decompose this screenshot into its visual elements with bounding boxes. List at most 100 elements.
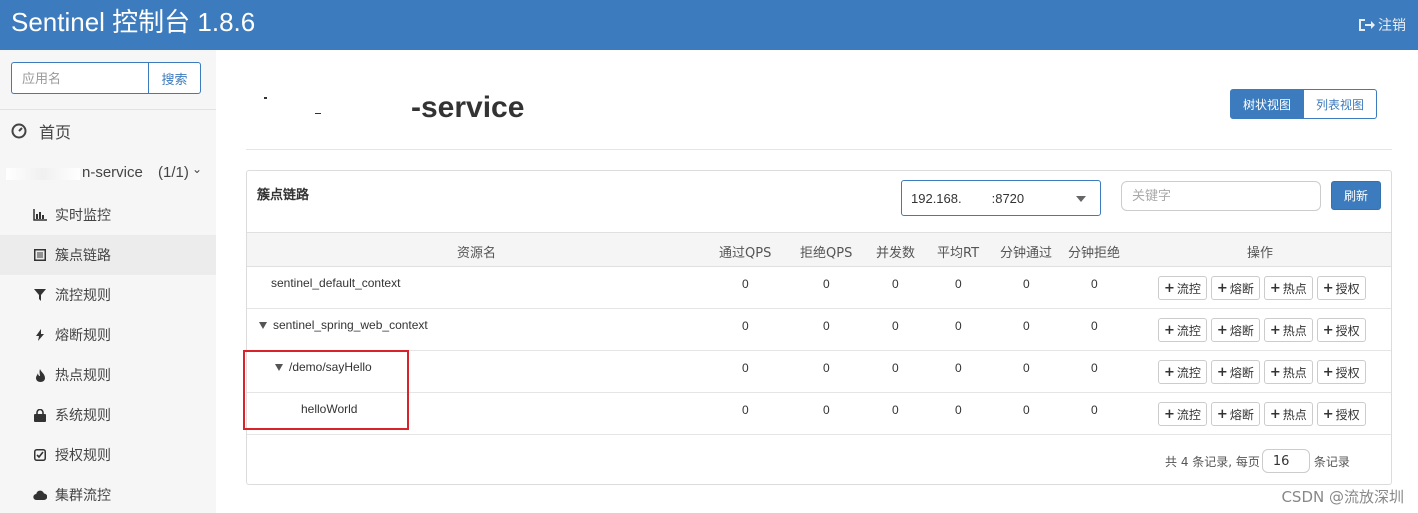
app-search-input[interactable] — [11, 62, 148, 94]
bar-chart-icon — [33, 209, 47, 221]
sidebar-item-degrade-rules[interactable]: 熔断规则 — [0, 315, 216, 355]
list-view-button[interactable]: 列表视图 — [1304, 89, 1378, 119]
column-header: 并发数 — [876, 246, 916, 261]
fire-icon — [33, 368, 47, 382]
pass-qps: 0 — [742, 319, 749, 333]
row-actions: + 流控 + 熔断 + 热点 + 授权 — [1158, 360, 1366, 384]
pager-total: 共 4 条记录, 每页 — [1165, 454, 1260, 469]
button-label: 热点 — [1282, 407, 1307, 422]
minute-block: 0 — [1091, 403, 1098, 417]
sidebar-divider — [0, 109, 216, 110]
sidebar-item-label: 集群流控 — [55, 487, 111, 503]
keyword-input[interactable] — [1121, 181, 1321, 211]
authority-button[interactable]: + 授权 — [1316, 360, 1366, 384]
flow-control-button[interactable]: + 流控 — [1158, 276, 1207, 300]
watermark: CSDN @流放深圳 — [1281, 488, 1404, 506]
machine-select[interactable]: 192.168. :8720 — [901, 180, 1101, 216]
plus-icon: + — [1216, 406, 1228, 422]
redacted-title-mark — [315, 113, 321, 114]
resource-name: /demo/sayHello — [289, 360, 372, 374]
search-button[interactable]: 搜索 — [148, 62, 201, 94]
hotspot-button[interactable]: + 热点 — [1263, 360, 1313, 384]
plus-icon: + — [1216, 364, 1228, 380]
degrade-button[interactable]: + 熔断 — [1210, 402, 1260, 426]
machine-port: :8720 — [991, 190, 1025, 206]
minute-pass: 0 — [1023, 403, 1030, 417]
minute-pass: 0 — [1023, 361, 1030, 375]
top-bar: Sentinel 控制台 1.8.6 注销 — [0, 0, 1418, 50]
sidebar-item-cluster-chain[interactable]: 簇点链路 — [0, 235, 216, 275]
main-content: -service 树状视图 列表视图 簇点链路 192.168. :8720 刷… — [216, 66, 1418, 513]
flow-control-button[interactable]: + 流控 — [1158, 360, 1207, 384]
degrade-button[interactable]: + 熔断 — [1210, 276, 1260, 300]
concurrency: 0 — [892, 277, 899, 291]
button-label: 流控 — [1176, 407, 1201, 422]
table-row: sentinel_spring_web_context 0 0 0 0 0 0 … — [247, 309, 1391, 351]
button-label: 流控 — [1176, 281, 1201, 296]
column-header: 平均RT — [937, 246, 980, 261]
sidebar-item-label: 簇点链路 — [55, 247, 111, 263]
avg-rt: 0 — [955, 277, 962, 291]
sidebar-item-label: 流控规则 — [55, 287, 111, 303]
hotspot-button[interactable]: + 热点 — [1263, 318, 1313, 342]
sidebar-item-authority-rules[interactable]: 授权规则 — [0, 435, 216, 475]
button-label: 热点 — [1282, 365, 1307, 380]
flow-control-button[interactable]: + 流控 — [1158, 318, 1207, 342]
refresh-button[interactable]: 刷新 — [1331, 181, 1381, 210]
button-label: 熔断 — [1229, 323, 1254, 338]
flow-control-button[interactable]: + 流控 — [1158, 402, 1207, 426]
sidebar-item-home[interactable]: 首页 — [11, 119, 71, 143]
button-label: 授权 — [1335, 365, 1360, 380]
pass-qps: 0 — [742, 403, 749, 417]
table-row: sentinel_default_context 0 0 0 0 0 0 + 流控… — [247, 267, 1391, 309]
home-label: 首页 — [39, 125, 72, 142]
resource-name-toggle[interactable]: /demo/sayHello — [275, 360, 372, 374]
button-label: 流控 — [1176, 323, 1201, 338]
minute-block: 0 — [1091, 277, 1098, 291]
sidebar-item-realtime[interactable]: 实时监控 — [0, 195, 216, 235]
plus-icon: + — [1164, 322, 1175, 338]
caret-down-icon — [259, 321, 267, 329]
logout-button[interactable]: 注销 — [1358, 15, 1406, 35]
plus-icon: + — [1164, 280, 1175, 296]
pager-suffix: 条记录 — [1313, 454, 1350, 469]
plus-icon: + — [1322, 406, 1334, 422]
hotspot-button[interactable]: + 热点 — [1263, 276, 1313, 300]
authority-button[interactable]: + 授权 — [1316, 276, 1366, 300]
minute-pass: 0 — [1023, 319, 1030, 333]
caret-down-icon — [1076, 196, 1086, 202]
brand-title[interactable]: Sentinel 控制台 1.8.6 — [11, 7, 255, 37]
sidebar-item-system-rules[interactable]: 系统规则 — [0, 395, 216, 435]
concurrency: 0 — [892, 361, 899, 375]
resource-name: sentinel_spring_web_context — [273, 318, 428, 332]
resource-name-toggle[interactable]: sentinel_spring_web_context — [259, 318, 428, 332]
sidebar-item-label: 热点规则 — [55, 367, 111, 383]
page-size-input[interactable]: 16 — [1261, 449, 1310, 473]
resource-panel: 簇点链路 192.168. :8720 刷新 资源名 通过QPS 拒绝QPS 并… — [246, 170, 1392, 485]
block-qps: 0 — [823, 319, 830, 333]
hotspot-button[interactable]: + 热点 — [1263, 402, 1313, 426]
button-label: 熔断 — [1229, 365, 1254, 380]
plus-icon: + — [1164, 364, 1175, 380]
dashboard-icon — [11, 123, 27, 139]
authority-button[interactable]: + 授权 — [1316, 402, 1366, 426]
pass-qps: 0 — [742, 361, 749, 375]
redacted-title-mark — [264, 97, 267, 99]
sidebar-item-flow-rules[interactable]: 流控规则 — [0, 275, 216, 315]
sidebar-app-group[interactable]: n-service (1/1) ⌄ — [0, 162, 216, 186]
sidebar-item-label: 熔断规则 — [55, 327, 111, 343]
button-label: 热点 — [1282, 323, 1307, 338]
degrade-button[interactable]: + 熔断 — [1210, 318, 1260, 342]
lock-icon — [33, 408, 47, 422]
check-icon — [33, 449, 47, 461]
view-toggle: 树状视图 列表视图 — [1230, 89, 1378, 119]
block-qps: 0 — [823, 361, 830, 375]
tree-view-button[interactable]: 树状视图 — [1230, 89, 1305, 119]
degrade-button[interactable]: + 熔断 — [1210, 360, 1260, 384]
avg-rt: 0 — [955, 361, 962, 375]
authority-button[interactable]: + 授权 — [1316, 318, 1366, 342]
sidebar-item-hotspot-rules[interactable]: 热点规则 — [0, 355, 216, 395]
sidebar-item-cluster-flow[interactable]: 集群流控 — [0, 475, 216, 513]
chevron-down-icon: ⌄ — [192, 162, 203, 176]
column-header: 分钟通过 — [1000, 246, 1053, 261]
